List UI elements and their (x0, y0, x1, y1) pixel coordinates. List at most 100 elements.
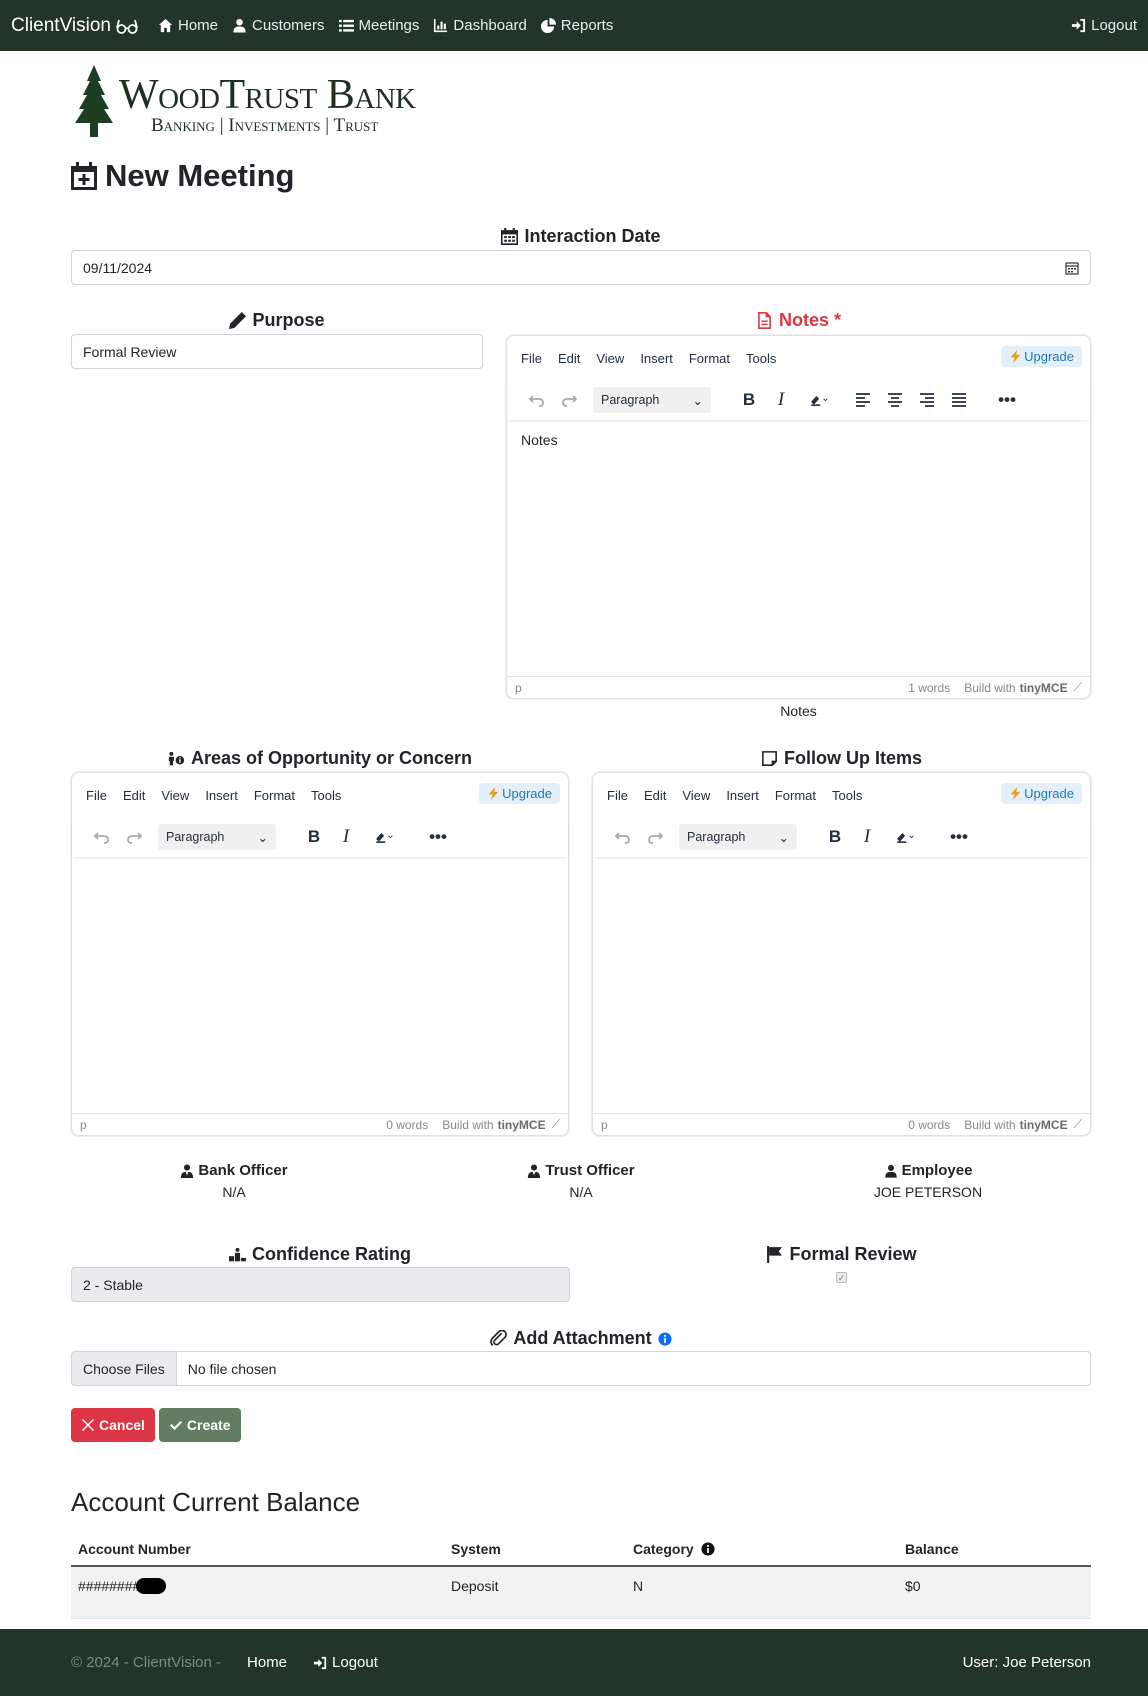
element-path: p (601, 1117, 608, 1132)
redo-button[interactable] (553, 385, 585, 415)
word-count: 0 words (908, 1117, 951, 1132)
employee-label: Employee (765, 1162, 1091, 1179)
nav-meetings[interactable]: Meetings (338, 17, 419, 34)
menu-insert[interactable]: Insert (640, 351, 673, 366)
nav-logout[interactable]: Logout (1071, 17, 1137, 34)
menu-file[interactable]: File (86, 788, 107, 803)
sticky-note-icon (762, 751, 777, 766)
menu-view[interactable]: View (682, 788, 710, 803)
highlight-button[interactable] (797, 385, 841, 415)
formal-review-checkbox[interactable]: ✓ (836, 1272, 847, 1283)
tinymce-logo[interactable]: tinyMCE (1020, 681, 1068, 695)
undo-button[interactable] (607, 822, 639, 852)
upgrade-button[interactable]: Upgrade (479, 783, 560, 804)
more-button[interactable]: ••• (422, 822, 454, 852)
block-format-select[interactable]: Paragraph ⌄ (679, 824, 797, 850)
highlighter-icon (897, 832, 914, 843)
footer-home-link[interactable]: Home (247, 1654, 287, 1671)
nav-customers[interactable]: Customers (232, 17, 325, 34)
highlight-button[interactable] (362, 822, 406, 852)
notes-editor[interactable]: File Edit View Insert Format Tools Upgra… (506, 335, 1091, 699)
brand-link[interactable]: ClientVision (11, 15, 138, 37)
menu-view[interactable]: View (596, 351, 624, 366)
cancel-button[interactable]: Cancel (71, 1408, 155, 1442)
menu-format[interactable]: Format (254, 788, 295, 803)
italic-button[interactable]: I (851, 822, 883, 852)
bold-button[interactable]: B (819, 822, 851, 852)
menu-format[interactable]: Format (775, 788, 816, 803)
tinymce-logo[interactable]: tinyMCE (1020, 1118, 1068, 1132)
resize-handle-icon[interactable]: ⟋ (1074, 680, 1082, 695)
undo-button[interactable] (521, 385, 553, 415)
menu-view[interactable]: View (161, 788, 189, 803)
confidence-label-text: Confidence Rating (251, 1244, 411, 1264)
build-with-text: Build with (964, 1117, 1016, 1132)
italic-button[interactable]: I (765, 385, 797, 415)
bold-button[interactable]: B (733, 385, 765, 415)
interaction-date-input[interactable]: 09/11/2024 (71, 250, 1091, 285)
menu-insert[interactable]: Insert (205, 788, 238, 803)
menu-edit[interactable]: Edit (644, 788, 666, 803)
menu-format[interactable]: Format (689, 351, 730, 366)
more-button[interactable]: ••• (991, 385, 1023, 415)
logo-tagline: Banking | Investments | Trust (151, 115, 379, 136)
align-left-button[interactable] (847, 385, 879, 415)
menu-edit[interactable]: Edit (558, 351, 580, 366)
menu-edit[interactable]: Edit (123, 788, 145, 803)
brand-name: ClientVision (11, 14, 111, 36)
menu-file[interactable]: File (607, 788, 628, 803)
info-circle-icon[interactable] (658, 1331, 672, 1346)
bold-button[interactable]: B (298, 822, 330, 852)
block-format-select[interactable]: Paragraph ⌄ (593, 387, 711, 413)
menu-tools[interactable]: Tools (746, 351, 776, 366)
italic-button[interactable]: I (330, 822, 362, 852)
formal-review-label: Formal Review (592, 1244, 1091, 1265)
nav-reports[interactable]: Reports (540, 17, 613, 34)
tinymce-logo[interactable]: tinyMCE (498, 1118, 546, 1132)
notes-editor-body[interactable]: Notes (521, 432, 558, 448)
upgrade-button[interactable]: Upgrade (1001, 783, 1082, 804)
align-center-button[interactable] (879, 385, 911, 415)
redo-icon (562, 395, 578, 407)
footer-logout-link[interactable]: Logout (313, 1654, 378, 1671)
element-path: p (80, 1117, 87, 1132)
menu-tools[interactable]: Tools (832, 788, 862, 803)
confidence-select[interactable]: 2 - Stable (71, 1267, 570, 1302)
purpose-input[interactable]: Formal Review (71, 334, 483, 369)
choose-files-button[interactable]: Choose Files (72, 1352, 177, 1385)
create-label: Create (186, 1417, 231, 1433)
calendar-picker-icon[interactable] (1065, 261, 1079, 275)
employee-label-text: Employee (901, 1162, 973, 1179)
undo-icon (93, 832, 109, 844)
highlight-button[interactable] (883, 822, 927, 852)
table-row[interactable]: ######## Deposit N $0 (71, 1566, 1091, 1619)
footer-copyright: © 2024 - ClientVision - (71, 1654, 222, 1671)
opportunity-editor[interactable]: File Edit View Insert Format Tools Upgra… (71, 772, 569, 1136)
block-format-select[interactable]: Paragraph ⌄ (158, 824, 276, 850)
menu-insert[interactable]: Insert (726, 788, 759, 803)
upgrade-label: Upgrade (1024, 786, 1074, 801)
resize-handle-icon[interactable]: ⟋ (1074, 1117, 1082, 1132)
footer-user: User: Joe Peterson (962, 1654, 1091, 1671)
follow-up-editor[interactable]: File Edit View Insert Format Tools Upgra… (592, 772, 1091, 1136)
file-input[interactable]: Choose Files No file chosen (71, 1351, 1091, 1386)
undo-icon (614, 832, 630, 844)
redo-button[interactable] (118, 822, 150, 852)
undo-button[interactable] (86, 822, 118, 852)
resize-handle-icon[interactable]: ⟋ (552, 1117, 560, 1132)
chart-line-icon (434, 18, 448, 33)
more-button[interactable]: ••• (943, 822, 975, 852)
align-right-icon (920, 393, 934, 407)
justify-button[interactable] (943, 385, 975, 415)
menu-tools[interactable]: Tools (311, 788, 341, 803)
info-circle-icon[interactable] (701, 1542, 715, 1556)
menu-file[interactable]: File (521, 351, 542, 366)
nav-dashboard[interactable]: Dashboard (433, 17, 527, 34)
editor-menubar: File Edit View Insert Format Tools Upgra… (507, 336, 1090, 380)
redo-button[interactable] (639, 822, 671, 852)
nav-home[interactable]: Home (158, 17, 218, 34)
create-button[interactable]: Create (158, 1408, 241, 1442)
align-right-button[interactable] (911, 385, 943, 415)
upgrade-button[interactable]: Upgrade (1001, 346, 1082, 367)
trust-officer-field: Trust Officer N/A (418, 1162, 744, 1200)
